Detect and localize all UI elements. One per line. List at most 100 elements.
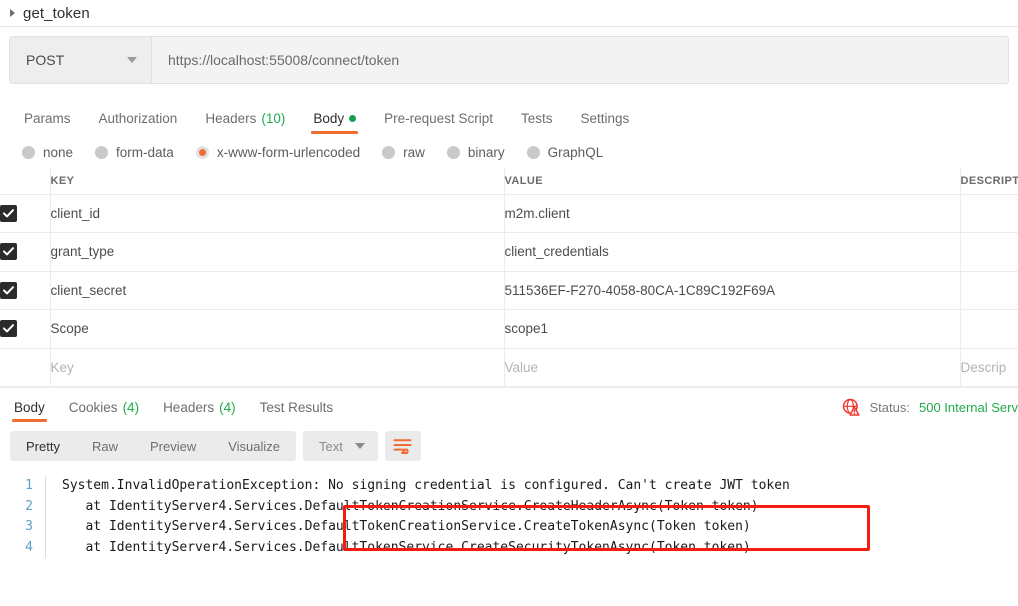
tab-count: (4) — [219, 400, 236, 415]
line-text: at IdentityServer4.Services.DefaultToken… — [62, 519, 751, 534]
response-body-viewer[interactable]: 1 System.InvalidOperationException: No s… — [0, 469, 1018, 558]
radio-icon — [95, 145, 109, 159]
line-text: System.InvalidOperationException: No sig… — [62, 478, 790, 493]
tab-params[interactable]: Params — [10, 111, 85, 136]
line-text: at IdentityServer4.Services.DefaultToken… — [62, 498, 759, 514]
row-key[interactable]: grant_type — [50, 232, 505, 272]
table-row: client_id m2m.client — [0, 193, 1018, 233]
row-checkbox-cell[interactable] — [0, 232, 51, 272]
new-row-checkbox-cell — [0, 347, 51, 387]
body-type-form-data[interactable]: form-data — [95, 145, 174, 160]
body-type-none[interactable]: none — [22, 145, 73, 160]
request-name: get_token — [23, 4, 90, 22]
globe-warning-icon[interactable] — [842, 398, 861, 417]
response-tab-test-results[interactable]: Test Results — [248, 400, 346, 423]
response-view-mode-group: Pretty Raw Preview Visualize — [10, 431, 297, 461]
radio-icon — [22, 145, 35, 159]
radio-label: raw — [403, 144, 425, 160]
radio-label: x-www-form-urlencoded — [216, 144, 361, 160]
response-toolbar: Pretty Raw Preview Visualize Text — [0, 423, 1018, 469]
line-number: 4 — [25, 539, 33, 555]
word-wrap-icon — [393, 438, 412, 454]
tab-label: Settings — [580, 111, 630, 126]
tab-label: Params — [24, 111, 71, 126]
table-new-row: Key Value Descrip — [0, 347, 1018, 387]
postman-window: get_token POST https://localhost:55008/c… — [0, 0, 1018, 606]
response-status-area: Status: 500 Internal Serv — [842, 398, 1018, 417]
line-text: at IdentityServer4.Services.DefaultToken… — [62, 539, 751, 555]
tab-body[interactable]: Body — [299, 111, 370, 136]
checkbox-checked-icon[interactable] — [0, 281, 17, 299]
response-tab-body[interactable]: Body — [2, 400, 57, 423]
tab-settings[interactable]: Settings — [566, 111, 643, 136]
new-row-key-input[interactable]: Key — [50, 347, 505, 387]
body-params-table: KEY VALUE DESCRIPTION client_id m2m.clie… — [0, 168, 1018, 387]
tab-count: (10) — [261, 111, 286, 126]
view-mode-pretty[interactable]: Pretty — [10, 431, 76, 461]
response-format-select[interactable]: Text — [303, 431, 378, 461]
row-description[interactable] — [960, 193, 1018, 233]
response-tab-cookies[interactable]: Cookies (4) — [57, 400, 151, 423]
row-description[interactable] — [960, 232, 1018, 272]
request-tabs: Params Authorization Headers (10) Body P… — [0, 92, 1018, 136]
row-description[interactable] — [960, 270, 1018, 310]
row-checkbox-cell[interactable] — [0, 193, 51, 233]
row-checkbox-cell[interactable] — [0, 270, 51, 310]
tab-pre-request-script[interactable]: Pre-request Script — [370, 111, 507, 136]
radio-icon — [446, 145, 460, 159]
body-type-graphql[interactable]: GraphQL — [526, 144, 604, 160]
radio-icon — [526, 145, 540, 159]
radio-icon — [382, 145, 396, 159]
status-badge: 500 Internal Serv — [918, 400, 1018, 415]
view-mode-visualize[interactable]: Visualize — [212, 431, 296, 461]
header-value: VALUE — [504, 168, 961, 195]
row-description[interactable] — [960, 309, 1018, 349]
row-key[interactable]: client_id — [50, 193, 505, 233]
tab-headers[interactable]: Headers (10) — [191, 111, 299, 136]
code-line: 2 at IdentityServer4.Services.DefaultTok… — [0, 496, 1018, 517]
radio-label: binary — [467, 144, 505, 160]
divider — [0, 26, 1018, 27]
caret-right-icon[interactable] — [10, 9, 15, 17]
radio-label: form-data — [116, 144, 174, 160]
response-tabs-bar: Body Cookies (4) Headers (4) Test Result… — [0, 387, 1018, 423]
body-has-content-dot-icon — [349, 115, 357, 122]
row-key[interactable]: client_secret — [50, 270, 505, 310]
tab-label: Tests — [520, 111, 553, 126]
radio-label: GraphQL — [547, 144, 604, 160]
body-type-raw[interactable]: raw — [382, 145, 425, 160]
tab-count: (4) — [122, 400, 140, 415]
checkbox-checked-icon[interactable] — [0, 320, 17, 338]
table-row: Scope scope1 — [0, 309, 1018, 349]
radio-selected-icon — [195, 145, 209, 159]
row-value[interactable]: scope1 — [504, 309, 961, 349]
view-mode-raw[interactable]: Raw — [76, 431, 134, 461]
line-number: 1 — [25, 478, 33, 493]
row-value[interactable]: client_credentials — [504, 232, 961, 272]
http-method-select[interactable]: POST — [10, 37, 152, 83]
tab-label: Cookies — [68, 400, 118, 415]
tab-authorization[interactable]: Authorization — [85, 111, 192, 136]
row-value[interactable]: 511536EF-F270-4058-80CA-1C89C192F69A — [504, 270, 961, 310]
row-value[interactable]: m2m.client — [504, 193, 961, 233]
tab-tests[interactable]: Tests — [507, 111, 567, 136]
response-tab-headers[interactable]: Headers (4) — [151, 400, 248, 423]
url-bar: POST https://localhost:55008/connect/tok… — [9, 36, 1009, 84]
checkbox-checked-icon[interactable] — [0, 204, 17, 222]
header-key: KEY — [50, 168, 505, 195]
request-name-bar: get_token — [0, 0, 1018, 26]
body-type-x-www-form-urlencoded[interactable]: x-www-form-urlencoded — [195, 144, 361, 160]
body-type-binary[interactable]: binary — [446, 144, 505, 160]
table-row: grant_type client_credentials — [0, 232, 1018, 272]
new-row-value-input[interactable]: Value — [504, 347, 961, 387]
view-mode-preview[interactable]: Preview — [134, 431, 212, 461]
checkbox-checked-icon[interactable] — [0, 243, 17, 261]
tab-label: Headers — [205, 111, 257, 126]
status-label: Status: — [869, 400, 910, 415]
url-input[interactable]: https://localhost:55008/connect/token — [152, 37, 1008, 83]
row-key[interactable]: Scope — [50, 309, 505, 349]
tab-label: Authorization — [98, 111, 178, 126]
word-wrap-toggle[interactable] — [384, 431, 421, 461]
row-checkbox-cell[interactable] — [0, 309, 51, 349]
new-row-description-input[interactable]: Descrip — [960, 347, 1018, 387]
